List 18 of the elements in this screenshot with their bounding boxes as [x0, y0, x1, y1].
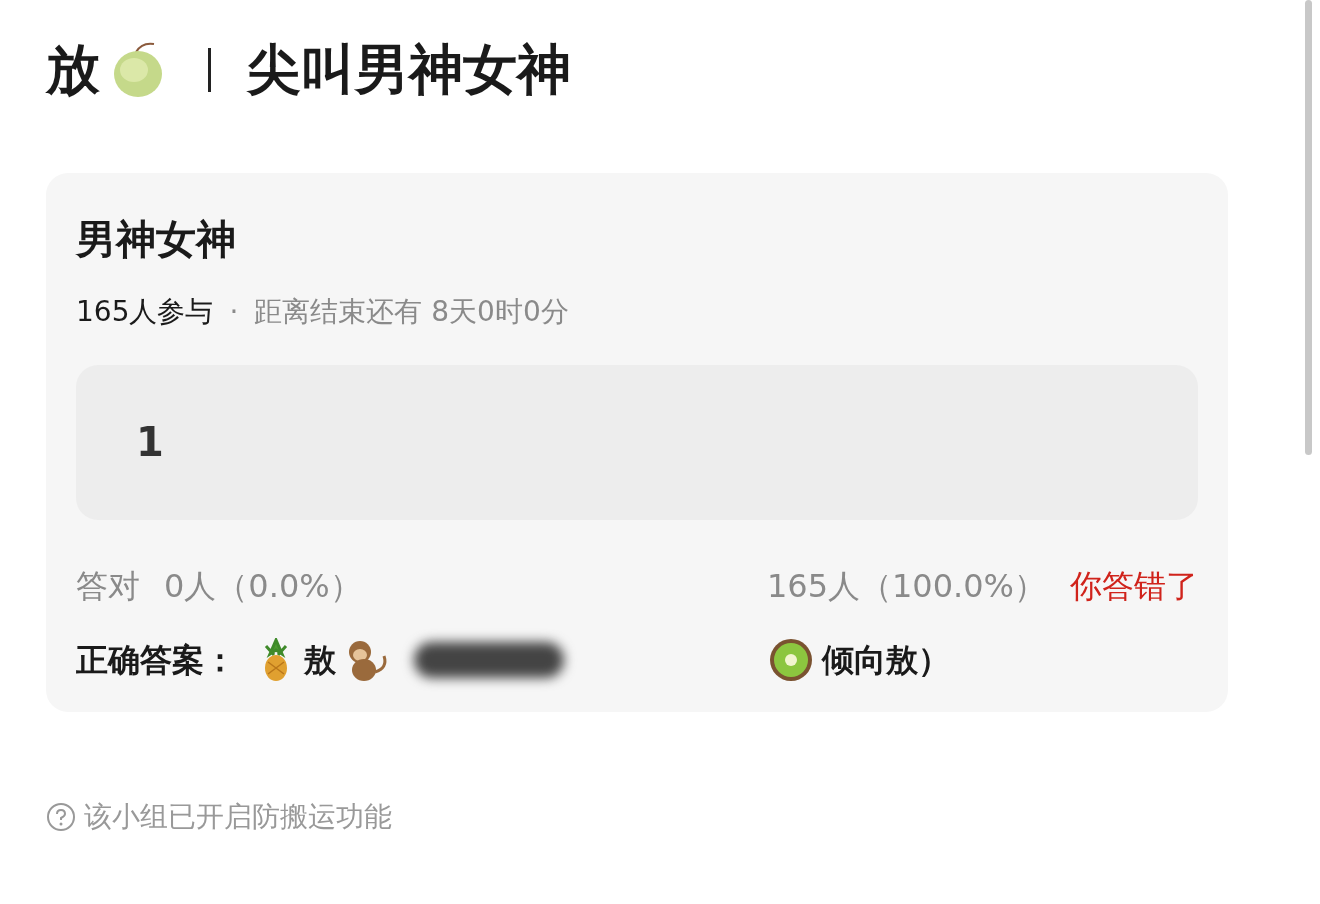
answer-text: 倾向敖） — [822, 639, 950, 681]
scrollbar[interactable] — [1305, 0, 1312, 455]
anti-repost-notice: 该小组已开启防搬运功能 — [84, 798, 392, 835]
wrong-count: 165人（100.0%） — [766, 565, 1046, 607]
result-text: 你答错了 — [1070, 565, 1198, 607]
countdown-text: 距离结束还有 8天0时0分 — [254, 293, 569, 330]
correct-count: 0人（0.0%） — [164, 565, 362, 607]
page-title: 尖叫男神女神 — [247, 38, 571, 103]
quiz-title: 男神女神 — [76, 214, 237, 264]
answer-text: 敖 — [304, 639, 336, 681]
participant-count: 165人参与 — [76, 293, 214, 330]
separator-dot: · — [229, 293, 239, 330]
title-text: 放 — [46, 38, 100, 103]
option-card[interactable]: 1 — [76, 364, 1198, 520]
answer-label: 正确答案： — [76, 639, 236, 681]
correct-label: 答对 — [76, 565, 140, 607]
kiwi-icon — [768, 636, 814, 683]
help-icon — [46, 801, 76, 832]
